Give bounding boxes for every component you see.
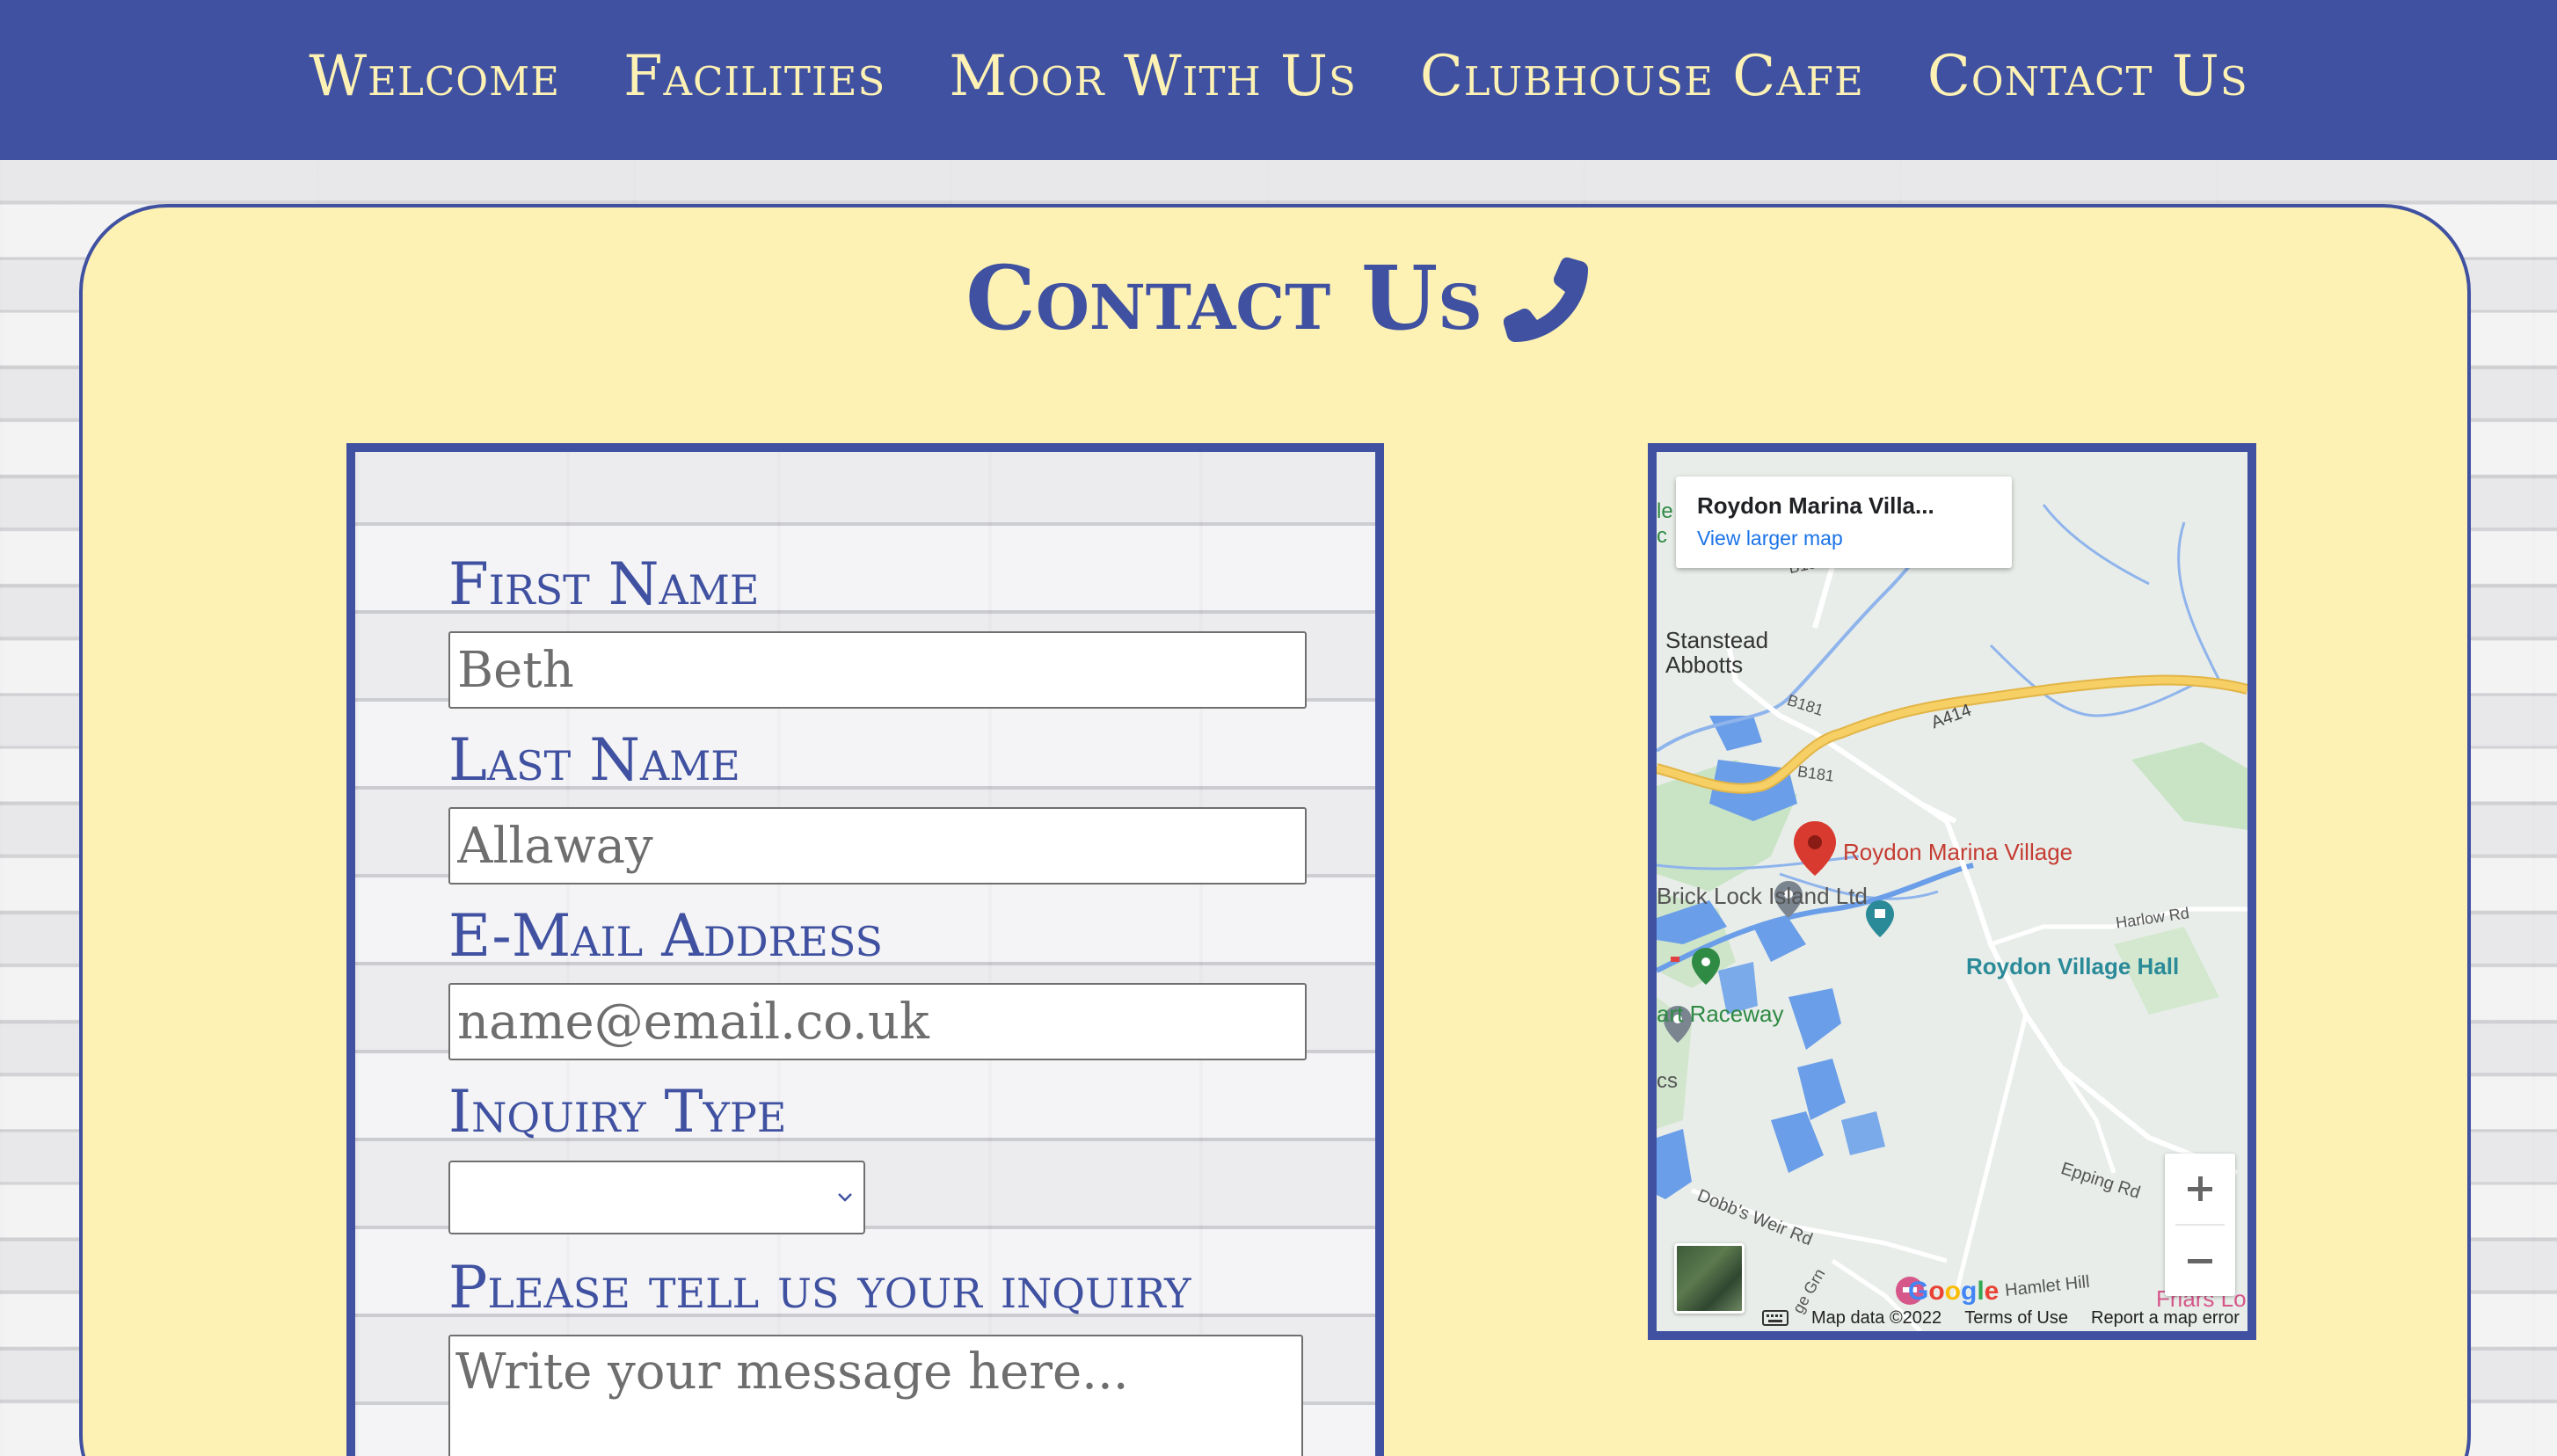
message-textarea[interactable] — [448, 1335, 1303, 1456]
nav-link-contact-us[interactable]: Contact Us — [1927, 44, 2248, 109]
map-label-raceway: art Raceway — [1657, 1001, 1784, 1027]
inquiry-type-select[interactable] — [448, 1161, 865, 1234]
map-footer: Map data ©2022 Terms of Use Report a map… — [1762, 1305, 2247, 1331]
nav-link-moor-with-us[interactable]: Moor With Us — [949, 44, 1356, 109]
report-map-error-link[interactable]: Report a map error — [2091, 1308, 2240, 1329]
map-data-text: Map data ©2022 — [1811, 1307, 1942, 1328]
view-larger-map-link[interactable]: View larger map — [1697, 527, 1991, 550]
main-navigation: Welcome Facilities Moor With Us Clubhous… — [0, 0, 2557, 160]
message-label: Please tell us your inquiry — [448, 1254, 1191, 1321]
satellite-toggle-button[interactable] — [1674, 1243, 1745, 1314]
first-name-input[interactable] — [448, 631, 1307, 709]
email-label: E-Mail Address — [448, 902, 884, 970]
map-label-brick-lock: Brick Lock Island Ltd — [1657, 883, 1868, 909]
last-name-input[interactable] — [448, 807, 1307, 885]
map-label-edge-le: le — [1657, 499, 1673, 523]
first-name-label: First Name — [448, 550, 760, 618]
map-label-stanstead: Stanstead Abbotts — [1665, 627, 1769, 678]
minus-icon — [2188, 1259, 2212, 1263]
last-name-label: Last Name — [448, 726, 740, 794]
nav-link-facilities[interactable]: Facilities — [623, 44, 885, 109]
zoom-in-button[interactable] — [2165, 1154, 2235, 1224]
map-label-village-hall: Roydon Village Hall — [1966, 953, 2180, 979]
village-hall-marker[interactable] — [1866, 900, 1894, 937]
roydon-marina-pin[interactable] — [1794, 821, 1836, 876]
map-label-edge-cs: cs — [1657, 1069, 1678, 1093]
embedded-map[interactable]: Stanstead Abbotts B180 B181 B181 A414 Ro… — [1648, 443, 2256, 1340]
map-place-title: Roydon Marina Villa... — [1697, 492, 1934, 519]
phone-icon — [1503, 254, 1592, 342]
nav-link-welcome[interactable]: Welcome — [309, 44, 560, 109]
contact-form: First Name Last Name E-Mail Address Inqu… — [346, 443, 1384, 1456]
zoom-out-button[interactable] — [2165, 1226, 2235, 1296]
page-title-text: Contact Us — [965, 246, 1482, 350]
map-label-roydon-marina: Roydon Marina Village — [1843, 839, 2073, 865]
map-zoom-controls — [2165, 1154, 2235, 1296]
keyboard-icon[interactable] — [1762, 1310, 1788, 1326]
terms-of-use-link[interactable]: Terms of Use — [1964, 1308, 2068, 1329]
plus-icon — [2188, 1176, 2212, 1201]
email-input[interactable] — [448, 983, 1307, 1060]
page-title: Contact Us — [0, 246, 2557, 350]
inquiry-type-label: Inquiry Type — [448, 1078, 787, 1146]
map-place-card: Roydon Marina Villa... View larger map — [1676, 477, 2012, 568]
nav-link-clubhouse-cafe[interactable]: Clubhouse Cafe — [1420, 44, 1864, 109]
map-label-edge-c: c — [1657, 524, 1667, 548]
chevron-down-icon — [838, 1193, 852, 1202]
google-logo: Google — [1908, 1277, 2000, 1306]
